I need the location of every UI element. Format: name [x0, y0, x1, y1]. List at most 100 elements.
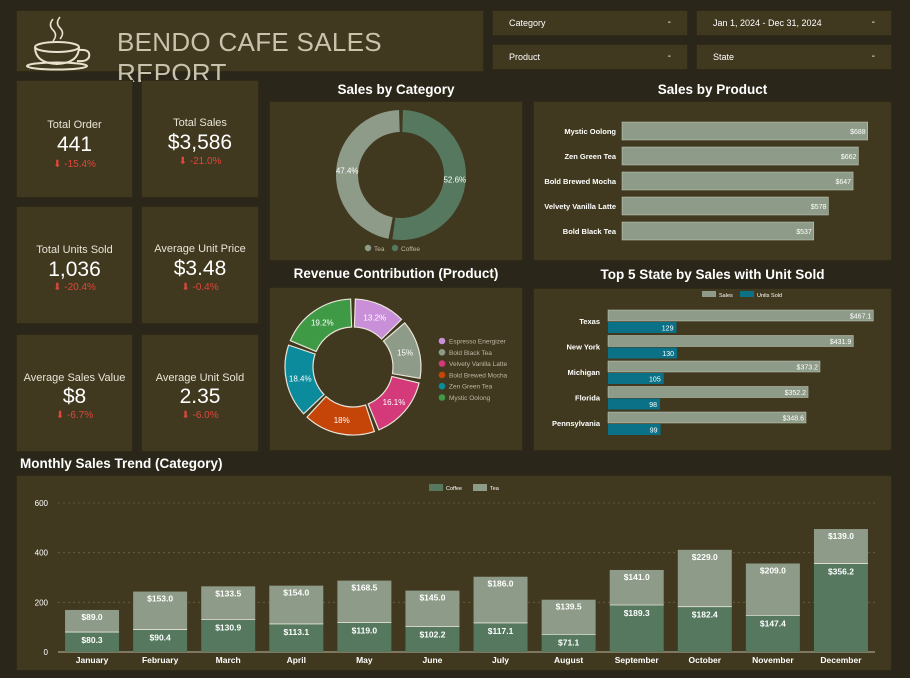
tea-value-label: $139.0 [828, 531, 854, 541]
kpi-delta-value: -21.0% [189, 156, 222, 167]
y-tick-label: 200 [35, 598, 49, 607]
sales-bar [607, 411, 807, 424]
kpi-total-units-sold: Total Units Sold 1,036 ⬇ -20.4% [16, 206, 133, 324]
coffee-value-label: $130.9 [215, 622, 241, 632]
product-filter[interactable]: Product - [492, 44, 688, 70]
legend-label: Tea [374, 246, 385, 253]
x-tick-label: September [615, 655, 660, 665]
bar-value-label: $467.1 [850, 314, 872, 321]
legend-label: Mystic Oolong [449, 395, 491, 402]
tea-value-label: $153.0 [147, 594, 173, 604]
legend-swatch [438, 337, 446, 345]
sales-by-category-chart: 47.4% 52.6% Tea Coffee [336, 110, 466, 253]
sales-by-category-panel: 47.4% 52.6% Tea Coffee [269, 101, 523, 261]
kpi-delta: ⬇ -15.4% [17, 159, 132, 170]
bar-category-label: Pennsylvania [552, 419, 601, 428]
report-header: BENDO CAFE SALES REPORT [16, 10, 484, 88]
tea-value-label: $168.5 [351, 583, 377, 593]
dropdown-caret-icon: - [871, 51, 875, 62]
down-arrow-icon: ⬇ [178, 156, 190, 167]
category-filter[interactable]: Category - [492, 10, 688, 36]
kpi-label: Total Units Sold [36, 244, 113, 256]
kpi-average-unit-sold: Average Unit Sold 2.35 ⬇ -6.0% [141, 334, 259, 452]
tea-value-label: $186.0 [488, 579, 514, 589]
x-tick-label: May [356, 655, 373, 665]
kpi-total-sales: Total Sales $3,586 ⬇ -21.0% [141, 80, 259, 198]
kpi-value: $3.48 [173, 257, 227, 280]
product-filter-label: Product [509, 52, 541, 62]
down-arrow-icon: ⬇ [55, 410, 68, 421]
legend-label: Tea [490, 486, 500, 492]
coffee-value-label: $119.0 [352, 625, 378, 635]
bar-category-label: Mystic Oolong [564, 127, 616, 136]
legend-label: Espresso Energizer [449, 339, 507, 346]
sales-by-product-chart: Mystic Oolong $688 Zen Green Tea $662 Bold B… [544, 121, 868, 241]
slice-value-label: 15% [397, 349, 413, 358]
x-tick-label: December [820, 655, 862, 665]
top-states-title: Top 5 State by Sales with Unit Sold [600, 267, 825, 282]
kpi-value: $3,586 [167, 131, 233, 154]
sales-bar [607, 360, 821, 373]
bar-value-label: 129 [662, 326, 674, 333]
sales-bar [607, 309, 874, 322]
bar-category-label: Velvety Vanilla Latte [544, 202, 616, 211]
legend-swatch [364, 244, 372, 252]
bar-value-label: $688 [850, 129, 866, 136]
down-arrow-icon: ⬇ [181, 282, 193, 293]
coffee-value-label: $356.2 [828, 567, 854, 577]
kpi-delta: ⬇ -20.4% [17, 282, 132, 293]
slice-value-label: 47.4% [336, 167, 359, 176]
down-arrow-icon: ⬇ [53, 159, 65, 170]
x-tick-label: October [688, 655, 721, 665]
legend-label: Coffee [446, 486, 462, 492]
tea-value-label: $89.0 [81, 612, 103, 622]
monthly-trend-panel: Coffee Tea 0 200 400 600 $80.3 $89.0 January $90.… [16, 475, 892, 671]
kpi-value: 441 [56, 133, 93, 156]
tea-value-label: $141.0 [624, 572, 650, 582]
tea-value-label: $145.0 [419, 593, 445, 603]
x-tick-label: April [287, 655, 306, 665]
y-tick-label: 600 [35, 499, 49, 508]
x-tick-label: February [142, 655, 179, 665]
legend-swatch [438, 382, 446, 390]
legend-swatch [438, 394, 446, 401]
coffee-value-label: $90.4 [149, 633, 171, 643]
bar-category-label: Michigan [567, 368, 600, 377]
legend-label: Velvety Vanilla Latte [449, 361, 507, 368]
slice-value-label: 18% [334, 416, 350, 425]
top-states-panel: Sales Units Sold Texas $467.1 129 New York $43… [533, 288, 892, 451]
legend-swatch [429, 484, 443, 491]
bar-category-label: Texas [579, 317, 600, 326]
legend-swatch [391, 244, 399, 252]
bar-value-label: 98 [649, 402, 657, 409]
bar-category-label: New York [567, 343, 601, 352]
kpi-label: Total Order [47, 119, 102, 131]
bar-category-label: Bold Brewed Mocha [544, 177, 617, 186]
dropdown-caret-icon: - [667, 17, 671, 28]
date-range-label: Jan 1, 2024 - Dec 31, 2024 [713, 18, 822, 28]
tea-value-label: $154.0 [283, 588, 309, 598]
legend-label: Zen Green Tea [449, 384, 493, 391]
tea-value-label: $229.0 [692, 552, 718, 562]
coffee-value-label: $71.1 [558, 637, 580, 647]
dropdown-caret-icon: - [667, 51, 671, 62]
bar-value-label: $578 [811, 204, 827, 211]
legend-swatch [438, 360, 446, 367]
state-filter[interactable]: State - [696, 44, 892, 70]
kpi-delta: ⬇ -21.0% [142, 156, 258, 167]
coffee-value-label: $80.3 [81, 635, 103, 645]
bar-value-label: $647 [835, 179, 851, 186]
product-bar [621, 196, 829, 216]
sales-bar [607, 386, 809, 398]
slice-value-label: 19.2% [311, 319, 334, 328]
x-tick-label: August [554, 655, 583, 665]
legend-swatch [702, 291, 716, 297]
state-filter-label: State [713, 52, 735, 62]
kpi-delta: ⬇ -6.7% [17, 410, 132, 421]
date-range-filter[interactable]: Jan 1, 2024 - Dec 31, 2024 - [696, 10, 892, 36]
revenue-contribution-chart: 13.2% 15% 16.1% 18% 18.4% 19.2% Espresso Energ… [284, 298, 508, 436]
bar-value-label: $537 [796, 229, 812, 236]
product-bar [621, 121, 868, 141]
product-bar [621, 146, 859, 166]
kpi-delta-value: -6.7% [67, 410, 94, 421]
